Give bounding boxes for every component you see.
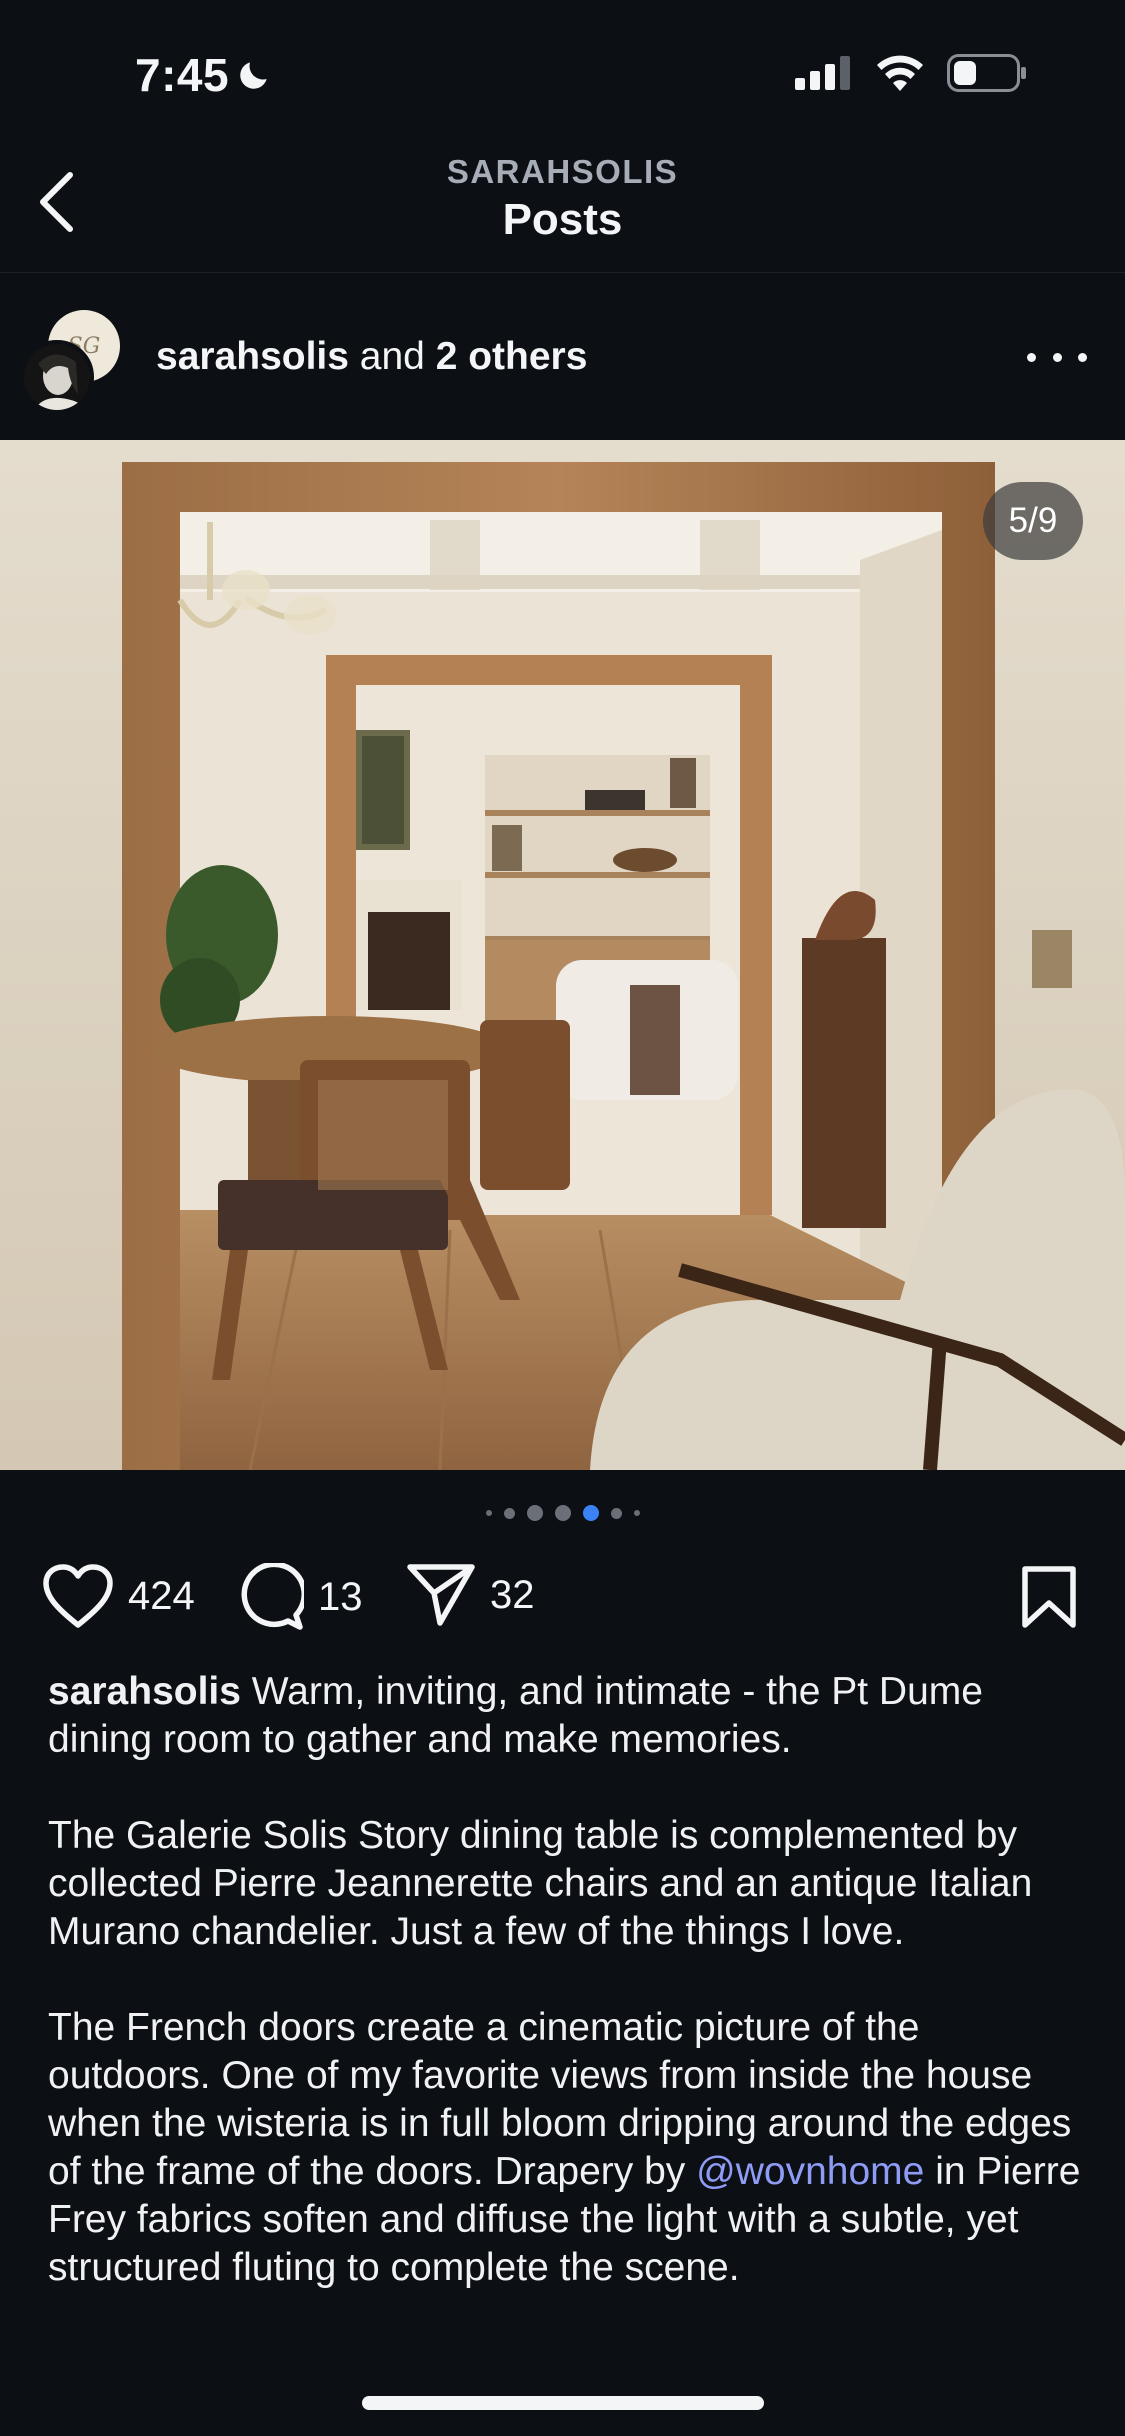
collaborators-link[interactable]: 2 others [436,335,588,378]
carousel-dot [554,1505,571,1521]
more-dot [1052,352,1062,362]
like-action[interactable]: 424 [42,1563,195,1629]
home-indicator[interactable] [362,2396,764,2410]
page-title: Posts [502,195,623,244]
post-actions: 424 13 32 [0,1555,1125,1635]
owner-connector: and [348,335,436,378]
comment-count[interactable]: 13 [318,1575,363,1620]
wifi-icon [877,55,923,91]
status-icons [795,54,1027,92]
nav-titles: SARAHSOLIS Posts [0,153,1125,245]
clock-text: 7:45 [135,49,230,101]
owner-avatar[interactable] [20,340,94,414]
comment-icon[interactable] [236,1563,304,1631]
post-owner-line[interactable]: sarahsolis and 2 others [156,335,587,379]
more-options-button[interactable] [1027,342,1087,372]
post-caption: sarahsolis Warm, inviting, and intimate … [48,1668,1088,2340]
send-icon[interactable] [406,1563,476,1627]
mention-link[interactable]: @wovnhome [696,2150,924,2193]
carousel-dot [503,1507,515,1519]
image-counter-badge: 5/9 [983,482,1083,560]
like-count[interactable]: 424 [128,1574,195,1619]
dining-room-photo [0,440,1125,1470]
status-bar: 7:45 [0,0,1125,135]
moon-icon [240,62,267,89]
comment-action[interactable]: 13 [236,1563,363,1631]
avatar-stack[interactable]: SG [20,310,120,414]
owner-username[interactable]: sarahsolis [156,335,349,378]
share-action[interactable]: 32 [406,1563,535,1627]
signal-icon [795,56,850,90]
status-time: 7:45 [135,48,273,102]
heart-icon[interactable] [42,1563,114,1629]
more-dot [1078,352,1087,362]
carousel-dot [485,1510,492,1516]
save-button[interactable] [1021,1565,1077,1634]
carousel-dot [610,1507,622,1519]
post-header: SG sarahsolis and 2 others [0,290,1125,420]
caption-paragraph-3: The French doors create a cinematic pict… [48,2004,1088,2292]
post-image[interactable] [0,440,1125,1470]
battery-icon [947,54,1026,92]
carousel-dot [526,1505,543,1521]
carousel-dot [633,1510,640,1516]
caption-paragraph-1: sarahsolis Warm, inviting, and intimate … [48,1668,1088,1764]
caption-username[interactable]: sarahsolis [48,1670,241,1713]
carousel-dot-active [582,1505,599,1521]
nav-header: SARAHSOLIS Posts [0,135,1125,273]
owner-portrait [24,344,90,410]
share-count[interactable]: 32 [490,1573,535,1618]
more-horizontal-icon [1027,352,1036,362]
nav-username[interactable]: SARAHSOLIS [0,153,1125,191]
caption-paragraph-2: The Galerie Solis Story dining table is … [48,1814,1033,1953]
carousel-dots[interactable] [0,1505,1125,1521]
bookmark-icon [1022,1566,1076,1628]
